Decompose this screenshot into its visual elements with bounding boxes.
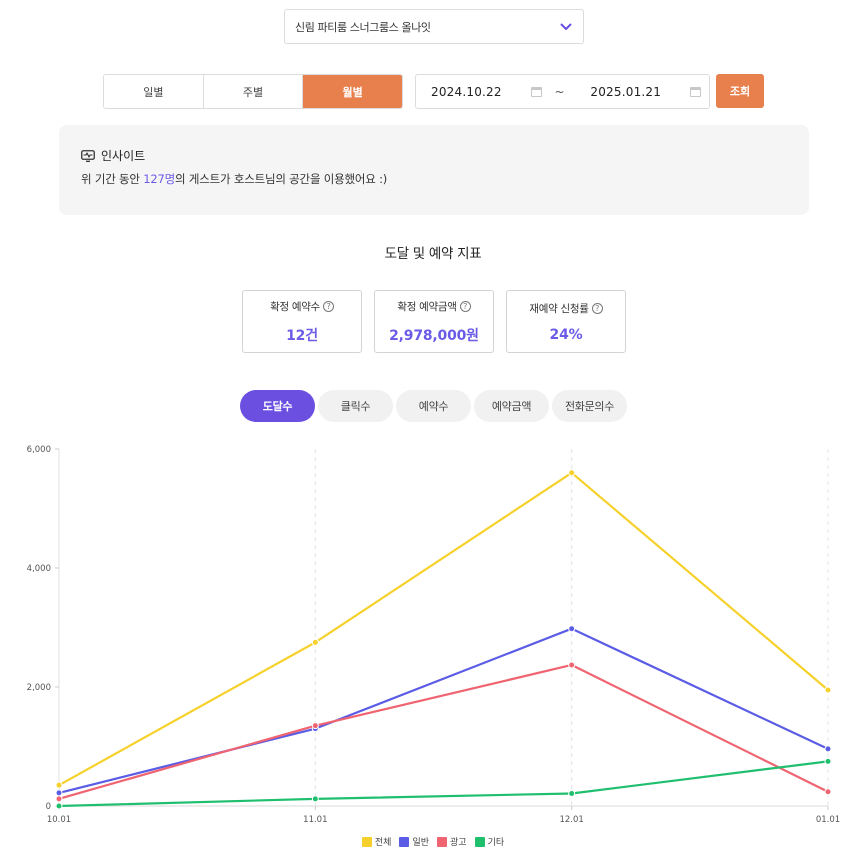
period-tab-monthly[interactable]: 월별	[303, 75, 402, 108]
space-select[interactable]: 신림 파티룸 스너그룸스 올나잇	[284, 9, 584, 44]
calendar-icon[interactable]	[690, 86, 701, 97]
y-tick-label: 2,000	[27, 683, 51, 693]
legend-label: 기타	[487, 838, 505, 848]
insight-message: 위 기간 동안 127명의 게스트가 호스트님의 공간을 이용했어요 :)	[81, 171, 787, 187]
data-point	[568, 469, 576, 477]
series-line-0	[58, 471, 829, 787]
date-range: 2024.10.22 ~ 2025.01.21	[415, 74, 710, 109]
data-point	[311, 638, 319, 646]
kpi-card-rebooking-rate: 재예약 신청률 ? 24%	[506, 290, 626, 353]
period-tab-daily[interactable]: 일별	[104, 75, 204, 108]
reach-line-chart: 0 2,000 4,000 6,000 10.01 11.01 12.01 01.01	[27, 445, 841, 825]
kpi-card-confirmed-amount: 확정 예약금액 ? 2,978,000원	[374, 290, 494, 353]
kpi-label-text: 확정 예약금액	[397, 300, 457, 313]
kpi-value: 12건	[286, 327, 318, 344]
chart-tab-reach[interactable]: 도달수	[240, 390, 315, 422]
legend-item[interactable]: 기타	[474, 835, 505, 848]
x-tick-label: 11.01	[303, 815, 327, 825]
period-tabs: 일별 주별 월별	[103, 74, 403, 109]
insight-panel: 인사이트 위 기간 동안 127명의 게스트가 호스트님의 공간을 이용했어요 …	[59, 125, 809, 215]
kpi-card-confirmed-bookings: 확정 예약수 ? 12건	[242, 290, 362, 353]
legend-label: 광고	[450, 838, 467, 848]
data-point	[824, 745, 832, 753]
search-button[interactable]: 조회	[716, 74, 764, 108]
chart-legend: 전체 일반 광고 기타	[0, 835, 866, 848]
kpi-label: 재예약 신청률 ?	[529, 301, 603, 316]
legend-item[interactable]: 광고	[437, 835, 467, 848]
chart-tab-bookings[interactable]: 예약수	[396, 390, 471, 422]
end-date-value: 2025.01.21	[590, 84, 662, 99]
data-point	[824, 788, 832, 796]
data-point	[824, 686, 832, 694]
space-select-value: 신림 파티룸 스너그룸스 올나잇	[295, 20, 431, 34]
data-point	[55, 802, 63, 810]
legend-label: 일반	[412, 838, 429, 848]
help-icon[interactable]: ?	[591, 302, 603, 314]
chevron-down-icon	[559, 20, 573, 34]
series-line-2	[58, 663, 829, 800]
legend-label: 전체	[374, 838, 392, 848]
start-date-value: 2024.10.22	[431, 84, 502, 99]
metric-section-title: 도달 및 예약 지표	[384, 246, 482, 262]
kpi-label: 확정 예약금액 ?	[397, 299, 471, 314]
insight-message-suffix: 의 게스트가 호스트님의 공간을 이용했어요 :)	[175, 172, 388, 186]
kpi-label: 확정 예약수 ?	[270, 299, 334, 314]
y-tick-label: 0	[46, 802, 51, 812]
data-point	[55, 781, 63, 789]
chart-tab-clicks[interactable]: 클릭수	[318, 390, 393, 422]
data-point	[55, 795, 63, 803]
legend-item[interactable]: 전체	[361, 835, 392, 848]
kpi-label-text: 확정 예약수	[270, 300, 320, 313]
x-tick-label: 12.01	[559, 815, 583, 825]
data-point	[568, 625, 576, 633]
legend-swatch	[399, 836, 410, 847]
chart-tab-booking-amount[interactable]: 예약금액	[474, 390, 549, 422]
legend-swatch	[437, 836, 447, 847]
date-separator: ~	[554, 84, 565, 99]
y-tick-label: 4,000	[27, 564, 51, 574]
data-point	[568, 790, 576, 798]
y-tick-label: 6,000	[27, 445, 51, 455]
start-date-input[interactable]: 2024.10.22	[416, 85, 550, 99]
calendar-icon[interactable]	[530, 86, 542, 97]
kpi-value: 2,978,000원	[389, 327, 479, 344]
x-tick-label: 01.01	[816, 815, 840, 825]
data-point	[311, 795, 319, 803]
series-line-1	[58, 627, 829, 794]
chart-tab-phone-inquiries[interactable]: 전화문의수	[552, 390, 627, 422]
data-point	[568, 661, 576, 669]
monitor-pulse-icon	[81, 149, 95, 162]
insight-title: 인사이트	[101, 149, 146, 163]
insight-message-prefix: 위 기간 동안	[81, 172, 144, 186]
x-tick-label: 10.01	[47, 815, 71, 825]
data-point	[311, 722, 319, 730]
kpi-value: 24%	[549, 326, 583, 343]
help-icon[interactable]: ?	[322, 300, 334, 312]
chart-metric-tabs: 도달수 클릭수 예약수 예약금액 전화문의수	[240, 390, 627, 422]
legend-swatch	[474, 836, 485, 847]
data-point	[824, 757, 832, 765]
period-tab-weekly[interactable]: 주별	[203, 75, 304, 108]
data-point	[55, 789, 63, 797]
guest-count: 127명	[143, 172, 176, 186]
legend-swatch	[361, 836, 372, 847]
insight-header: 인사이트	[81, 147, 787, 164]
legend-item[interactable]: 일반	[399, 835, 429, 848]
series-line-3	[58, 760, 829, 808]
kpi-label-text: 재예약 신청률	[529, 302, 589, 315]
end-date-input[interactable]: 2025.01.21	[575, 85, 709, 99]
help-icon[interactable]: ?	[459, 300, 471, 312]
